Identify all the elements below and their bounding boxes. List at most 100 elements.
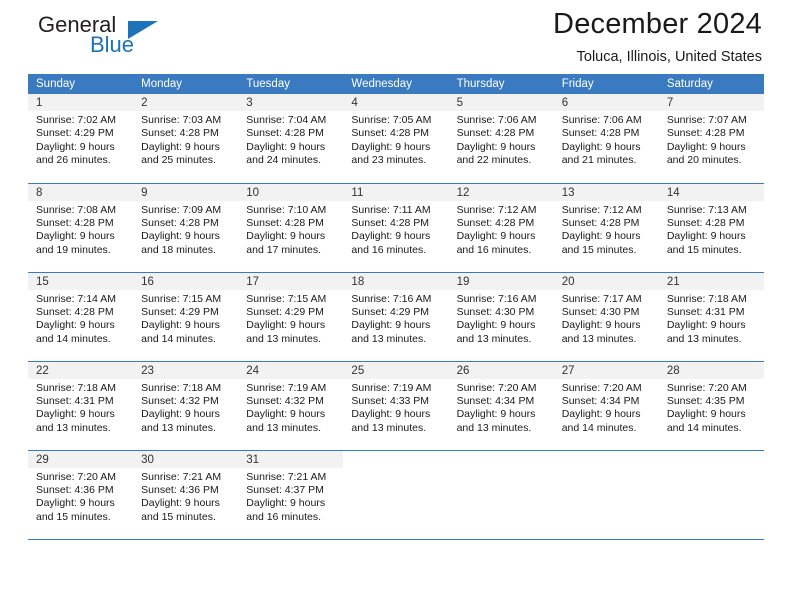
day-details: Sunrise: 7:13 AM Sunset: 4:28 PM Daylight:…	[659, 201, 764, 262]
sunset-time: Sunset: 4:28 PM	[666, 216, 745, 229]
sunset-time: Sunset: 4:29 PM	[351, 305, 430, 318]
calendar-day-cell[interactable]: 1 Sunrise: 7:02 AM Sunset: 4:29 PM Daylight…	[28, 94, 134, 183]
daylight-duration-line1: Daylight: 9 hours	[561, 140, 641, 153]
calendar-day-cell[interactable]: 31 Sunrise: 7:21 AM Sunset: 4:37 PM Dayligh…	[238, 449, 344, 539]
calendar-day-cell[interactable]: 16 Sunrise: 7:15 AM Sunset: 4:29 PM Dayligh…	[133, 271, 239, 361]
weekday-header-friday: Friday	[553, 74, 659, 94]
sunset-time: Sunset: 4:29 PM	[141, 305, 219, 318]
day-number: 3	[238, 94, 344, 111]
day-details: Sunrise: 7:16 AM Sunset: 4:30 PM Daylight:…	[449, 290, 554, 351]
daylight-duration-line2: and 18 minutes.	[141, 243, 216, 256]
calendar-day-cell[interactable]: 14 Sunrise: 7:13 AM Sunset: 4:28 PM Dayligh…	[658, 182, 764, 272]
calendar-day-cell[interactable]: 23 Sunrise: 7:18 AM Sunset: 4:32 PM Dayligh…	[133, 360, 239, 450]
sunrise-time: Sunrise: 7:20 AM	[456, 381, 537, 394]
sunrise-time: Sunrise: 7:02 AM	[36, 114, 116, 126]
calendar-day-cell-empty	[448, 449, 554, 539]
daylight-duration-line1: Daylight: 9 hours	[36, 319, 115, 332]
day-number: 19	[448, 272, 554, 290]
daylight-duration-line1: Daylight: 9 hours	[456, 408, 536, 421]
daylight-duration-line1: Daylight: 9 hours	[36, 230, 115, 243]
sunset-time: Sunset: 4:28 PM	[36, 216, 114, 229]
calendar-day-cell[interactable]: 10 Sunrise: 7:10 AM Sunset: 4:28 PM Dayligh…	[238, 182, 344, 272]
calendar-day-cell[interactable]: 5 Sunrise: 7:06 AM Sunset: 4:28 PM Daylight…	[448, 94, 554, 183]
calendar-day-cell[interactable]: 22 Sunrise: 7:18 AM Sunset: 4:31 PM Dayligh…	[28, 360, 134, 450]
general-blue-logo[interactable]: General Blue	[28, 12, 238, 64]
calendar-day-cell[interactable]: 18 Sunrise: 7:16 AM Sunset: 4:29 PM Dayligh…	[343, 271, 449, 361]
calendar-day-cell[interactable]: 30 Sunrise: 7:21 AM Sunset: 4:36 PM Dayligh…	[133, 449, 239, 539]
logo-text-blue: Blue	[90, 32, 135, 57]
daylight-duration-line1: Daylight: 9 hours	[141, 497, 220, 510]
calendar-day-cell[interactable]: 8 Sunrise: 7:08 AM Sunset: 4:28 PM Daylight…	[28, 182, 134, 272]
daylight-duration-line2: and 13 minutes.	[246, 332, 321, 345]
day-details: Sunrise: 7:06 AM Sunset: 4:28 PM Daylight:…	[554, 111, 659, 172]
calendar-week-row: 22 Sunrise: 7:18 AM Sunset: 4:31 PM Dayligh…	[28, 360, 764, 450]
calendar-day-cell[interactable]: 25 Sunrise: 7:19 AM Sunset: 4:33 PM Dayligh…	[343, 360, 449, 450]
sunset-time: Sunset: 4:28 PM	[351, 216, 430, 229]
calendar-day-cell[interactable]: 17 Sunrise: 7:15 AM Sunset: 4:29 PM Dayligh…	[238, 271, 344, 361]
day-number: 9	[133, 183, 239, 201]
daylight-duration-line2: and 23 minutes.	[351, 154, 427, 167]
daylight-duration-line1: Daylight: 9 hours	[561, 319, 641, 332]
daylight-duration-line1: Daylight: 9 hours	[246, 408, 326, 421]
calendar-day-cell[interactable]: 21 Sunrise: 7:18 AM Sunset: 4:31 PM Dayligh…	[658, 271, 764, 361]
calendar-day-cell[interactable]: 26 Sunrise: 7:20 AM Sunset: 4:34 PM Dayligh…	[448, 360, 554, 450]
daylight-duration-line1: Daylight: 9 hours	[36, 140, 115, 153]
sunset-time: Sunset: 4:30 PM	[561, 305, 640, 318]
day-number: 24	[238, 361, 344, 379]
daylight-duration-line2: and 24 minutes.	[246, 154, 321, 167]
calendar-day-cell[interactable]: 13 Sunrise: 7:12 AM Sunset: 4:28 PM Dayligh…	[553, 182, 659, 272]
daylight-duration-line2: and 13 minutes.	[561, 332, 637, 345]
sunrise-time: Sunrise: 7:10 AM	[246, 203, 327, 216]
calendar-day-cell-empty	[343, 449, 449, 539]
sunrise-time: Sunrise: 7:19 AM	[351, 381, 432, 394]
calendar-day-cell[interactable]: 24 Sunrise: 7:19 AM Sunset: 4:32 PM Dayligh…	[238, 360, 344, 450]
daylight-duration-line1: Daylight: 9 hours	[351, 319, 431, 332]
daylight-duration-line1: Daylight: 9 hours	[246, 230, 326, 243]
day-details: Sunrise: 7:12 AM Sunset: 4:28 PM Daylight:…	[449, 201, 554, 262]
sunset-time: Sunset: 4:30 PM	[456, 305, 535, 318]
sunrise-time: Sunrise: 7:20 AM	[666, 381, 747, 394]
calendar-day-cell[interactable]: 3 Sunrise: 7:04 AM Sunset: 4:28 PM Daylight…	[238, 94, 344, 183]
calendar-day-cell[interactable]: 2 Sunrise: 7:03 AM Sunset: 4:28 PM Daylight…	[133, 94, 239, 183]
day-details: Sunrise: 7:20 AM Sunset: 4:34 PM Daylight:…	[449, 379, 554, 440]
calendar-day-cell[interactable]: 28 Sunrise: 7:20 AM Sunset: 4:35 PM Dayligh…	[658, 360, 764, 450]
daylight-duration-line1: Daylight: 9 hours	[246, 497, 326, 510]
calendar-day-cell[interactable]: 12 Sunrise: 7:12 AM Sunset: 4:28 PM Dayligh…	[448, 182, 554, 272]
daylight-duration-line1: Daylight: 9 hours	[561, 230, 641, 243]
day-number: 15	[28, 272, 134, 290]
calendar-day-cell[interactable]: 9 Sunrise: 7:09 AM Sunset: 4:28 PM Daylight…	[133, 182, 239, 272]
day-number: 8	[28, 183, 134, 201]
calendar-day-cell[interactable]: 7 Sunrise: 7:07 AM Sunset: 4:28 PM Daylight…	[658, 94, 764, 183]
sunrise-time: Sunrise: 7:12 AM	[561, 203, 642, 216]
day-details: Sunrise: 7:20 AM Sunset: 4:35 PM Daylight:…	[659, 379, 764, 440]
day-details: Sunrise: 7:19 AM Sunset: 4:32 PM Daylight:…	[238, 379, 343, 440]
day-details: Sunrise: 7:18 AM Sunset: 4:31 PM Daylight:…	[28, 379, 133, 440]
calendar-day-cell[interactable]: 4 Sunrise: 7:05 AM Sunset: 4:28 PM Daylight…	[343, 94, 449, 183]
daylight-duration-line2: and 22 minutes.	[456, 154, 532, 167]
day-number: 13	[553, 183, 659, 201]
sunrise-time: Sunrise: 7:15 AM	[246, 292, 327, 305]
day-details: Sunrise: 7:21 AM Sunset: 4:36 PM Daylight:…	[133, 468, 238, 529]
day-details: Sunrise: 7:15 AM Sunset: 4:29 PM Daylight:…	[238, 290, 343, 351]
daylight-duration-line2: and 13 minutes.	[141, 421, 216, 434]
daylight-duration-line1: Daylight: 9 hours	[141, 408, 220, 421]
calendar-day-cell[interactable]: 27 Sunrise: 7:20 AM Sunset: 4:34 PM Dayligh…	[553, 360, 659, 450]
sunset-time: Sunset: 4:34 PM	[456, 394, 535, 407]
calendar-day-cell[interactable]: 6 Sunrise: 7:06 AM Sunset: 4:28 PM Daylight…	[553, 94, 659, 183]
calendar-day-cell[interactable]: 11 Sunrise: 7:11 AM Sunset: 4:28 PM Dayligh…	[343, 182, 449, 272]
daylight-duration-line2: and 20 minutes.	[666, 154, 742, 167]
daylight-duration-line1: Daylight: 9 hours	[456, 319, 536, 332]
daylight-duration-line1: Daylight: 9 hours	[141, 230, 220, 243]
day-number: 30	[133, 450, 239, 468]
daylight-duration-line2: and 19 minutes.	[36, 243, 111, 256]
day-details: Sunrise: 7:03 AM Sunset: 4:28 PM Daylight:…	[133, 111, 238, 172]
sunrise-time: Sunrise: 7:16 AM	[456, 292, 537, 305]
calendar-day-cell[interactable]: 29 Sunrise: 7:20 AM Sunset: 4:36 PM Dayligh…	[28, 449, 134, 539]
day-number: 28	[658, 361, 764, 379]
calendar-day-cell[interactable]: 20 Sunrise: 7:17 AM Sunset: 4:30 PM Dayligh…	[553, 271, 659, 361]
calendar-day-cell[interactable]: 19 Sunrise: 7:16 AM Sunset: 4:30 PM Dayligh…	[448, 271, 554, 361]
sunrise-time: Sunrise: 7:04 AM	[246, 114, 327, 126]
day-details: Sunrise: 7:07 AM Sunset: 4:28 PM Daylight:…	[659, 111, 764, 172]
weekday-header-tuesday: Tuesday	[238, 74, 344, 94]
calendar-day-cell[interactable]: 15 Sunrise: 7:14 AM Sunset: 4:28 PM Dayligh…	[28, 271, 134, 361]
